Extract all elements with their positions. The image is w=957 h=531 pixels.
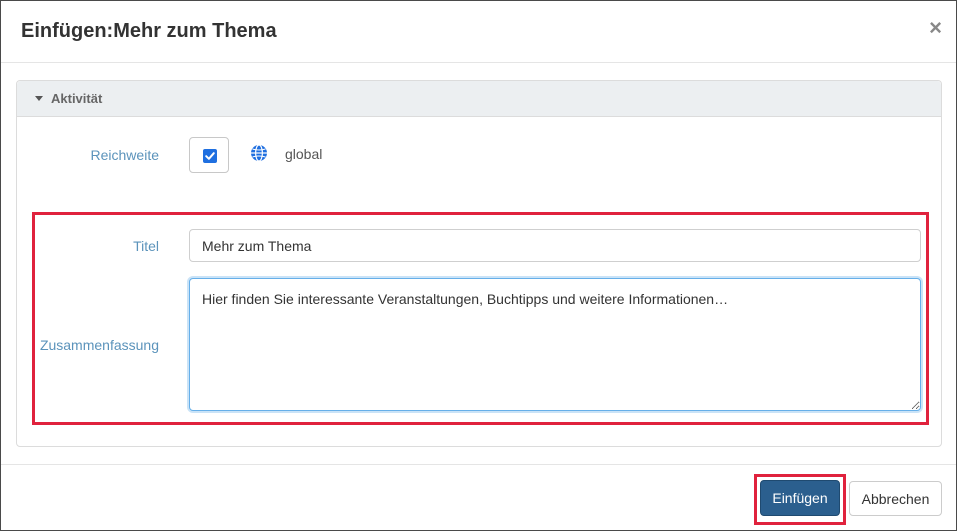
title-input[interactable] — [189, 229, 921, 262]
cancel-button[interactable]: Abbrechen — [849, 481, 942, 516]
reach-label: Reichweite — [90, 147, 159, 163]
dialog-header: Einfügen:Mehr zum Thema × — [1, 1, 956, 63]
insert-dialog: Einfügen:Mehr zum Thema × Aktivität Reic… — [0, 0, 957, 531]
reach-value: global — [285, 146, 323, 162]
dialog-title: Einfügen:Mehr zum Thema — [21, 20, 277, 42]
caret-down-icon — [35, 96, 43, 101]
summary-textarea[interactable]: Hier finden Sie interessante Veranstaltu… — [189, 278, 921, 411]
reach-checkbox[interactable] — [189, 137, 229, 173]
summary-label: Zusammenfassung — [39, 337, 159, 353]
globe-icon — [250, 144, 268, 167]
title-label: Titel — [133, 238, 159, 254]
checkmark-icon — [203, 149, 217, 163]
insert-button[interactable]: Einfügen — [760, 480, 840, 516]
activity-panel-title: Aktivität — [51, 91, 103, 106]
activity-panel-heading[interactable]: Aktivität — [17, 81, 941, 117]
close-icon[interactable]: × — [929, 17, 942, 39]
